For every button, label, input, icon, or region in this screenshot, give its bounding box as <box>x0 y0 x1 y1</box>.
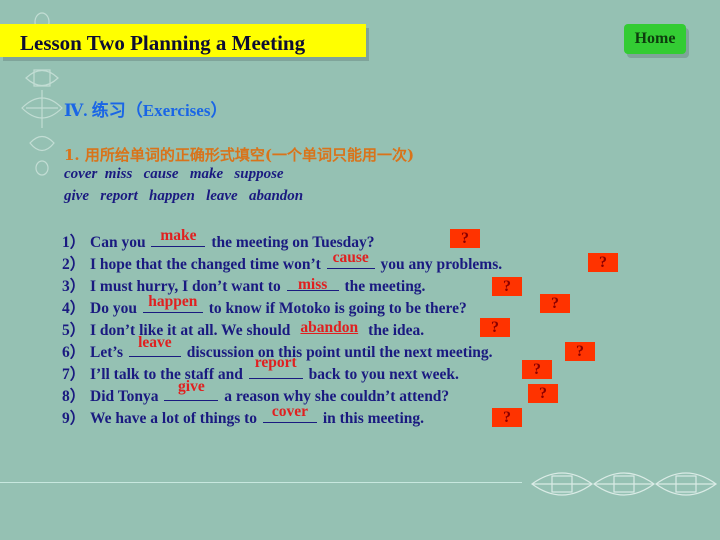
footer-divider <box>0 482 522 483</box>
sentence-text-after: the meeting. <box>340 278 426 295</box>
sentence-text-before: I don’t like it at all. We should <box>90 322 295 339</box>
answer-blank[interactable]: leave <box>128 334 181 357</box>
answer-text: report <box>254 354 297 371</box>
home-button[interactable]: Home <box>624 24 686 54</box>
sentence-text-after: you any problems. <box>376 256 503 273</box>
answer-text: happen <box>148 293 198 310</box>
hint-button[interactable]: ? <box>480 318 510 337</box>
hint-button[interactable]: ? <box>492 408 522 427</box>
sentence-number: 8） <box>62 388 86 405</box>
sentence-text-before: Do you <box>90 300 141 317</box>
sentence-item: 7） I’ll talk to the staff and report back… <box>62 354 459 384</box>
sentence-text-after: in this meeting. <box>318 410 424 427</box>
hint-button[interactable]: ? <box>588 253 618 272</box>
sentence-number: 4） <box>62 300 86 317</box>
answer-blank[interactable]: abandon <box>296 319 362 336</box>
sentence-number: 6） <box>62 344 86 361</box>
answer-text: make <box>160 227 197 244</box>
sentence-number: 2） <box>62 256 86 273</box>
sentence-text-before: Can you <box>90 234 150 251</box>
sentence-text-before: We have a lot of things to <box>90 410 261 427</box>
sentence-text-after: to know if Motoko is going to be there? <box>204 300 467 317</box>
sentence-text-before: Let’s <box>90 344 127 361</box>
hint-button[interactable]: ? <box>565 342 595 361</box>
answer-blank[interactable]: make <box>151 227 206 247</box>
page-title: Lesson Two Planning a Meeting <box>20 31 306 55</box>
answer-blank[interactable]: give <box>164 378 219 401</box>
sentence-text-after: back to you next week. <box>304 366 459 383</box>
answer-blank[interactable]: cause <box>326 249 375 269</box>
sentence-number: 9） <box>62 410 86 427</box>
hint-button[interactable]: ? <box>522 360 552 379</box>
section-heading: Ⅳ. 练习（Exercises） <box>64 101 228 120</box>
word-bank-line-2: give report happen leave abandon <box>64 188 304 204</box>
answer-text: cover <box>271 403 308 420</box>
word-bank-line-1: cover miss cause make suppose <box>64 166 284 182</box>
hint-button[interactable]: ? <box>528 384 558 403</box>
sentence-number: 1） <box>62 234 86 251</box>
sentence-text-before: I hope that the changed time won’t <box>90 256 325 273</box>
answer-blank[interactable]: miss <box>286 276 339 293</box>
hint-button[interactable]: ? <box>492 277 522 296</box>
answer-text: cause <box>332 249 369 266</box>
answer-text: miss <box>297 276 328 293</box>
answer-blank[interactable]: cover <box>262 403 317 423</box>
hint-button[interactable]: ? <box>540 294 570 313</box>
sentence-number: 3） <box>62 278 86 295</box>
answer-text: abandon <box>300 319 359 336</box>
sentence-item: 9） We have a lot of things to cover in th… <box>62 403 424 428</box>
ornament-decoration-icon <box>530 472 718 496</box>
answer-blank[interactable]: happen <box>142 293 203 313</box>
sentence-text-before: Did Tonya <box>90 388 163 405</box>
hint-button[interactable]: ? <box>450 229 480 248</box>
sentence-item: 4） Do you happen to know if Motoko is goi… <box>62 293 467 318</box>
answer-blank[interactable]: report <box>248 354 303 379</box>
sentence-item: 5） I don’t like it at all. We should aban… <box>62 318 424 340</box>
sentence-text-after: discussion on this point until the next … <box>182 344 493 361</box>
sentence-item: 2） I hope that the changed time won’t cau… <box>62 249 503 274</box>
sentence-text-after: the idea. <box>364 322 425 339</box>
sentence-text-after: a reason why she couldn’t attend? <box>220 388 450 405</box>
sentence-number: 7） <box>62 366 86 383</box>
sentence-item: 3） I must hurry, I don’t want to miss the… <box>62 274 425 296</box>
sentence-number: 5） <box>62 322 86 339</box>
sentence-item: 8） Did Tonya give a reason why she couldn… <box>62 378 450 406</box>
answer-text: leave <box>138 334 172 351</box>
exercise-instruction: 1. 用所给单词的正确形式填空(一个单词只能用一次) <box>64 146 415 164</box>
answer-text: give <box>178 378 205 395</box>
